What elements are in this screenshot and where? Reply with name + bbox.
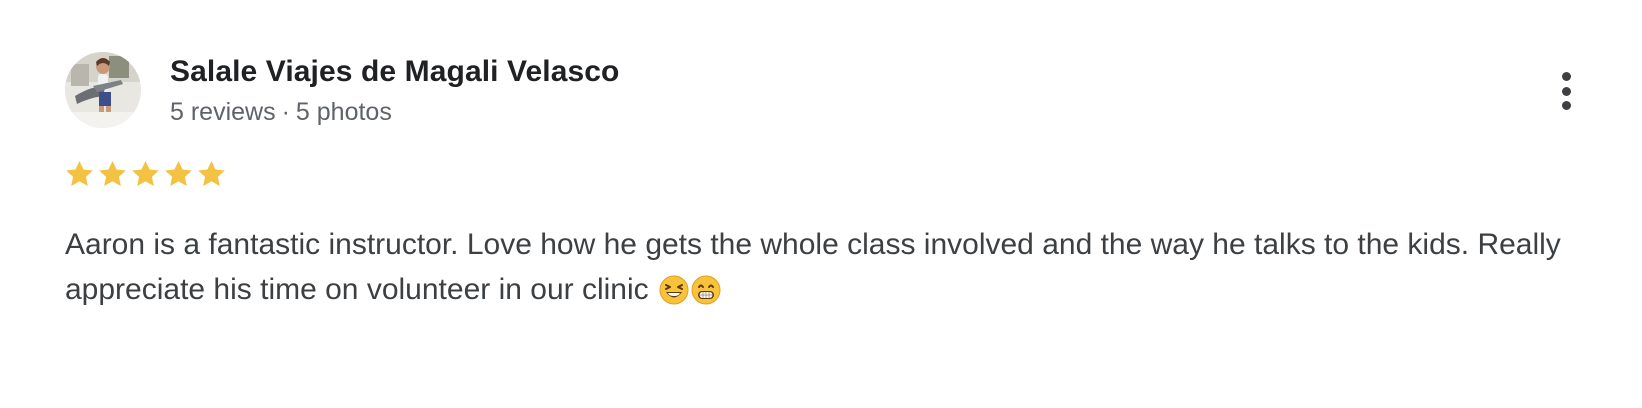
reviewer-name[interactable]: Salale Viajes de Magali Velasco	[170, 55, 619, 89]
more-vertical-icon-dot	[1561, 72, 1571, 81]
more-vertical-icon-dot	[1561, 86, 1571, 96]
review-body: Aaron is a fantastic instructor. Love ho…	[65, 228, 1561, 306]
meta-separator: ·	[281, 98, 290, 126]
star-icon	[99, 160, 126, 187]
reviewer-meta: 5 reviews · 5 photos	[170, 98, 392, 127]
star-icon	[198, 160, 225, 187]
star-rating	[63, 157, 228, 191]
star-icon	[132, 160, 159, 187]
reviews-count: 5 reviews	[170, 98, 276, 126]
review-text: Aaron is a fantastic instructor. Love ho…	[65, 222, 1565, 312]
star-icon	[165, 160, 192, 187]
reviewer-avatar[interactable]	[65, 52, 141, 128]
avatar-photo-icon	[65, 52, 141, 128]
photos-count: 5 photos	[295, 98, 392, 126]
more-options-button[interactable]	[1548, 66, 1584, 116]
review-card: Salale Viajes de Magali Velasco 5 review…	[0, 0, 1642, 408]
laughing-face-emoji	[659, 273, 689, 305]
star-icon	[66, 160, 93, 187]
grinning-face-emoji	[691, 273, 721, 305]
more-vertical-icon-dot	[1561, 101, 1571, 110]
